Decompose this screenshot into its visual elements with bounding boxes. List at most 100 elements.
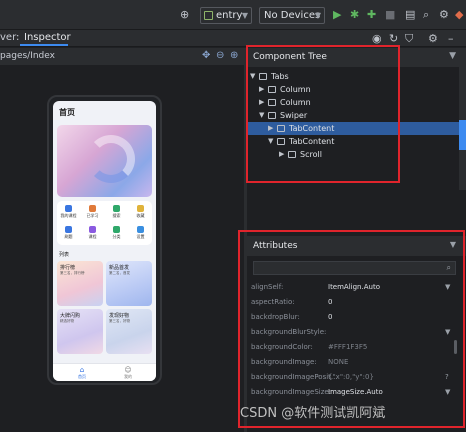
tree-node-tabs[interactable]: ▼ Tabs (247, 70, 466, 83)
category-icon (65, 226, 72, 233)
device-manager-icon[interactable]: ▤ (405, 8, 415, 22)
side-tool-active[interactable] (459, 120, 466, 150)
tree-node-column[interactable]: ▶ Column (247, 96, 466, 109)
tab-inspector[interactable]: Inspector (24, 32, 71, 43)
category-icon (113, 226, 120, 233)
device-preview: 首页 我的课程 已学习 搜索 收藏 刷题 课程 分类 设置 列表 排行榜 第三名… (47, 95, 162, 385)
run-icon[interactable]: ▶ (333, 8, 341, 22)
category-icon (89, 205, 96, 212)
side-tool-strip (459, 60, 466, 190)
category-icon (137, 226, 144, 233)
grid-item[interactable]: 刷题 (57, 224, 80, 244)
logo-icon: ◆ (455, 8, 464, 21)
filter-icon[interactable]: ⛉ (405, 32, 413, 46)
attribute-row[interactable]: backgroundImagePosit... {"x":0,"y":0} ? (247, 370, 466, 385)
eye-icon[interactable]: ◉ (372, 32, 382, 46)
category-icon (137, 205, 144, 212)
stop-icon[interactable]: ■ (385, 8, 395, 22)
attribute-row[interactable]: backgroundBlurStyle: ▼ (247, 325, 466, 340)
category-grid: 我的课程 已学习 搜索 收藏 刷题 课程 分类 设置 (57, 201, 152, 245)
active-tab-indicator (20, 44, 68, 46)
banner-art (87, 135, 135, 183)
chevron-down-icon[interactable]: ▼ (450, 240, 456, 249)
inspector-panel: Component Tree ▼ ▼ Tabs ▶ Column ▶ Colum… (247, 48, 466, 432)
tree-node-column[interactable]: ▶ Column (247, 83, 466, 96)
grid-item[interactable]: 我的课程 (57, 203, 80, 223)
grid-item[interactable]: 已学习 (81, 203, 104, 223)
swiper-banner[interactable] (57, 125, 152, 197)
device-selector-label: No Devices (264, 10, 321, 21)
tab-mine[interactable]: ☺ 我的 (113, 366, 143, 380)
zoom-in-icon[interactable]: ⊕ (230, 50, 238, 61)
main-toolbar: ⊕ entry ▼ No Devices ▼ ▶ ✱ ✚ ■ ▤ ⌕ ⚙ ◆ (0, 0, 466, 30)
bottom-tab-bar: ⌂ 首页 ☺ 我的 (53, 363, 156, 381)
component-icon (288, 151, 296, 158)
grid-item[interactable]: 搜索 (105, 203, 128, 223)
list-card[interactable]: 发现好物 第三名，好物 (106, 309, 152, 354)
grid-item[interactable]: 收藏 (129, 203, 152, 223)
attribute-row[interactable]: aspectRatio: 0 (247, 295, 466, 310)
category-icon (113, 205, 120, 212)
list-card[interactable]: 大牌闪购 精选好物 (57, 309, 103, 354)
zoom-out-icon[interactable]: ⊖ (216, 50, 224, 61)
attributes-header: Attributes ▼ (247, 236, 466, 256)
device-screen: 首页 我的课程 已学习 搜索 收藏 刷题 课程 分类 设置 列表 排行榜 第三名… (53, 101, 156, 381)
category-icon (65, 205, 72, 212)
tree-node-tabcontent[interactable]: ▼ TabContent (247, 135, 466, 148)
component-tree-header: Component Tree ▼ (247, 48, 466, 67)
chevron-down-icon[interactable]: ▼ (445, 325, 450, 340)
target-icon[interactable]: ⊕ (180, 8, 189, 22)
debug-icon[interactable]: ✱ (350, 8, 359, 22)
help-icon[interactable]: ? (445, 370, 449, 385)
attribute-row[interactable]: backgroundColor: #FFF1F3F5 (247, 340, 466, 355)
tab-previous[interactable]: ver: (0, 32, 19, 43)
attributes-title: Attributes (253, 241, 298, 251)
tree-node-tabcontent-selected[interactable]: ▶ TabContent (247, 122, 466, 135)
grid-item[interactable]: 设置 (129, 224, 152, 244)
list-card[interactable]: 排行榜 第三名，排行榜 (57, 261, 103, 306)
chevron-down-icon: ▼ (314, 11, 321, 20)
select-icon[interactable]: ✥ (202, 50, 210, 61)
tree-node-swiper[interactable]: ▼ Swiper (247, 109, 466, 122)
chevron-down-icon[interactable]: ▼ (445, 385, 450, 400)
component-icon (268, 86, 276, 93)
refresh-icon[interactable]: ↻ (389, 32, 398, 46)
list-card[interactable]: 新品首发 第二名，首发 (106, 261, 152, 306)
device-selector[interactable]: No Devices ▼ (259, 7, 325, 24)
settings-icon[interactable]: ⚙ (439, 8, 449, 22)
attribute-row[interactable]: backgroundImageSize: ImageSize.Auto ▼ (247, 385, 466, 400)
preview-path-bar: pages/Index ✥ ⊖ ⊕ (0, 48, 244, 65)
attribute-row[interactable]: backgroundImage: NONE (247, 355, 466, 370)
module-icon (204, 11, 213, 20)
component-icon (268, 112, 276, 119)
component-icon (268, 99, 276, 106)
search-icon[interactable]: ⌕ (423, 8, 429, 22)
chevron-down-icon[interactable]: ▼ (449, 51, 456, 61)
attributes-search-input[interactable]: ⌕ (253, 261, 456, 275)
search-icon: ⌕ (446, 263, 451, 272)
ide-window: ⊕ entry ▼ No Devices ▼ ▶ ✱ ✚ ■ ▤ ⌕ ⚙ ◆ v… (0, 0, 466, 432)
attribute-row[interactable]: backdropBlur: 0 (247, 310, 466, 325)
category-icon (89, 226, 96, 233)
component-icon (277, 125, 285, 132)
attribute-row[interactable]: alignSelf: ItemAlign.Auto ▼ (247, 280, 466, 295)
chevron-down-icon[interactable]: ▼ (445, 280, 450, 295)
watermark: CSDN @软件测试凯阿斌 (240, 406, 386, 421)
tab-home[interactable]: ⌂ 首页 (67, 366, 97, 380)
page-title: 首页 (59, 108, 75, 117)
profile-icon[interactable]: ✚ (367, 8, 376, 22)
user-icon: ☺ (124, 366, 132, 374)
list-title: 列表 (59, 252, 70, 258)
attributes-scrollbar[interactable] (454, 340, 457, 354)
grid-item[interactable]: 课程 (81, 224, 104, 244)
page-path: pages/Index (0, 51, 55, 61)
tool-window-tabs: ver: Inspector ◉ ↻ ⛉ ⚙ – (0, 30, 466, 47)
tree-node-scroll[interactable]: ▶ Scroll (247, 148, 466, 161)
module-selector-label: entry (216, 10, 243, 21)
settings-icon[interactable]: ⚙ (428, 32, 438, 46)
grid-item[interactable]: 分类 (105, 224, 128, 244)
module-selector[interactable]: entry ▼ (200, 7, 252, 24)
component-icon (277, 138, 285, 145)
minimize-icon[interactable]: – (448, 32, 454, 46)
component-icon (259, 73, 267, 80)
